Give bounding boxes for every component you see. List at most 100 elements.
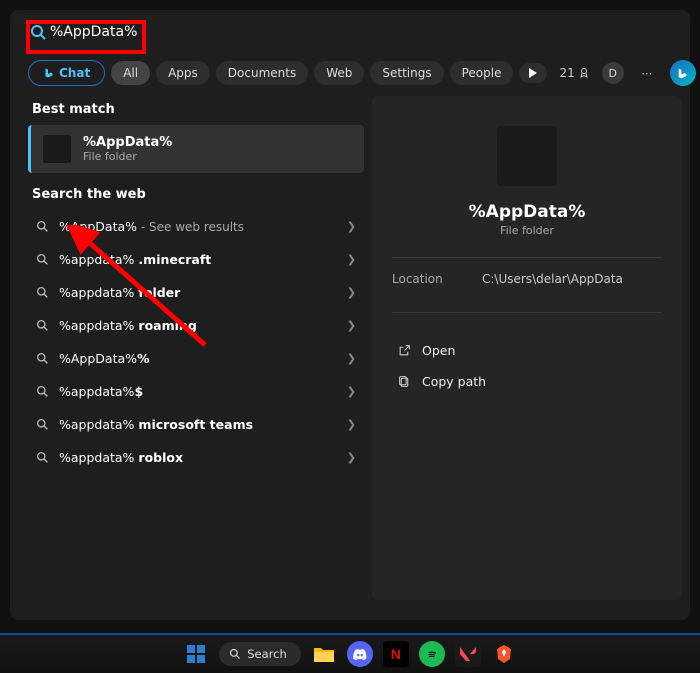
rewards-points: 21 <box>559 66 574 80</box>
tab-chat-label: Chat <box>59 66 90 80</box>
valorant-icon <box>460 647 476 661</box>
location-value: C:\Users\delar\AppData <box>482 272 623 286</box>
bing-button[interactable] <box>670 60 696 86</box>
taskbar: Search N <box>0 633 700 673</box>
web-result-item[interactable]: %AppData%% ❯ <box>28 342 364 375</box>
header-status: 21 D ⋯ <box>559 60 695 86</box>
web-result-text: %appdata% roblox <box>59 450 183 465</box>
search-icon <box>36 319 49 332</box>
best-match-title: %AppData% <box>83 135 172 150</box>
web-result-item[interactable]: %appdata% folder ❯ <box>28 276 364 309</box>
rewards-badge[interactable]: 21 <box>559 66 589 80</box>
taskbar-app-discord[interactable] <box>347 641 373 667</box>
divider <box>392 257 662 258</box>
web-result-item[interactable]: %appdata%$ ❯ <box>28 375 364 408</box>
bing-chat-icon <box>43 67 55 79</box>
search-icon <box>36 418 49 431</box>
web-result-text: %appdata% folder <box>59 285 180 300</box>
start-button[interactable] <box>183 641 209 667</box>
taskbar-app-valorant[interactable] <box>455 641 481 667</box>
search-icon <box>36 220 49 233</box>
search-input[interactable] <box>22 18 678 46</box>
preview-subtitle: File folder <box>392 224 662 237</box>
search-window: Chat All Apps Documents Web Settings Peo… <box>10 10 690 620</box>
tab-overflow[interactable] <box>519 63 547 83</box>
search-icon <box>30 24 46 40</box>
taskbar-app-explorer[interactable] <box>311 641 337 667</box>
tab-all[interactable]: All <box>111 61 150 85</box>
web-result-item[interactable]: %appdata% roaming ❯ <box>28 309 364 342</box>
taskbar-app-netflix[interactable]: N <box>383 641 409 667</box>
tab-documents-label: Documents <box>228 66 296 80</box>
chevron-right-icon: ❯ <box>347 319 356 332</box>
tab-documents[interactable]: Documents <box>216 61 308 85</box>
search-icon <box>36 253 49 266</box>
search-icon <box>229 648 241 660</box>
divider <box>392 312 662 313</box>
taskbar-app-spotify[interactable] <box>419 641 445 667</box>
open-icon <box>396 344 412 357</box>
tab-apps[interactable]: Apps <box>156 61 210 85</box>
folder-icon <box>43 135 71 163</box>
chevron-right-icon: ❯ <box>347 418 356 431</box>
web-result-item[interactable]: %appdata% .minecraft ❯ <box>28 243 364 276</box>
preview-pane: %AppData% File folder Location C:\Users\… <box>372 96 682 600</box>
netflix-icon: N <box>391 646 401 662</box>
search-icon <box>36 352 49 365</box>
spotify-icon <box>426 648 438 660</box>
tab-chat[interactable]: Chat <box>28 60 105 86</box>
web-results-list: %AppData% - See web results❯%appdata% .m… <box>28 210 364 474</box>
tab-apps-label: Apps <box>168 66 198 80</box>
user-avatar[interactable]: D <box>602 62 624 84</box>
open-action[interactable]: Open <box>392 335 662 366</box>
web-result-text: %appdata%$ <box>59 384 143 399</box>
ellipsis-icon: ⋯ <box>641 67 652 80</box>
web-result-text: %AppData%% <box>59 351 150 366</box>
chevron-right-icon: ❯ <box>347 253 356 266</box>
web-result-item[interactable]: %AppData% - See web results ❯ <box>28 210 364 243</box>
chevron-right-icon: ❯ <box>347 352 356 365</box>
play-icon <box>529 68 537 78</box>
preview-title: %AppData% <box>392 202 662 222</box>
web-result-text: %appdata% roaming <box>59 318 197 333</box>
best-match-heading: Best match <box>32 102 364 117</box>
search-bar <box>10 10 690 54</box>
search-web-heading: Search the web <box>32 187 364 202</box>
bing-icon <box>676 67 689 80</box>
search-icon <box>36 451 49 464</box>
chevron-right-icon: ❯ <box>347 286 356 299</box>
tab-people[interactable]: People <box>450 61 514 85</box>
open-label: Open <box>422 343 455 358</box>
more-button[interactable]: ⋯ <box>636 62 658 84</box>
taskbar-search-label: Search <box>247 647 287 661</box>
tab-settings[interactable]: Settings <box>370 61 443 85</box>
tab-people-label: People <box>462 66 502 80</box>
chevron-right-icon: ❯ <box>347 451 356 464</box>
brave-icon <box>496 645 512 663</box>
copy-path-label: Copy path <box>422 374 486 389</box>
tab-all-label: All <box>123 66 138 80</box>
tab-settings-label: Settings <box>382 66 431 80</box>
medal-icon <box>578 67 590 79</box>
web-result-text: %AppData% - See web results <box>59 219 244 234</box>
copy-path-action[interactable]: Copy path <box>392 366 662 397</box>
tab-web[interactable]: Web <box>314 61 364 85</box>
taskbar-app-brave[interactable] <box>491 641 517 667</box>
results-pane: Best match %AppData% File folder Search … <box>28 96 372 600</box>
search-icon <box>36 385 49 398</box>
file-explorer-icon <box>314 646 334 662</box>
chevron-right-icon: ❯ <box>347 385 356 398</box>
search-icon <box>36 286 49 299</box>
web-result-item[interactable]: %appdata% roblox ❯ <box>28 441 364 474</box>
web-result-item[interactable]: %appdata% microsoft teams ❯ <box>28 408 364 441</box>
best-match-item[interactable]: %AppData% File folder <box>28 125 364 173</box>
web-result-text: %appdata% microsoft teams <box>59 417 253 432</box>
tab-web-label: Web <box>326 66 352 80</box>
taskbar-search[interactable]: Search <box>219 642 301 666</box>
chevron-right-icon: ❯ <box>347 220 356 233</box>
preview-thumbnail <box>497 126 557 186</box>
copy-icon <box>396 375 412 388</box>
windows-icon <box>187 645 205 663</box>
web-result-text: %appdata% .minecraft <box>59 252 211 267</box>
location-row: Location C:\Users\delar\AppData <box>392 272 662 286</box>
